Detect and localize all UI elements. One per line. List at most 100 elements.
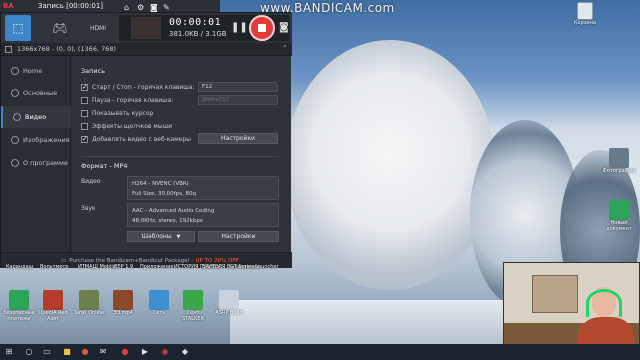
screen-mode-icon: ⬚ — [12, 21, 24, 35]
desktop-icon-label[interactable]: GT Series Launcher — [230, 264, 279, 270]
player-icon[interactable]: ▶ — [140, 347, 150, 357]
promo-text: Purchase the Bandicam+Bandicut Package! — [69, 257, 190, 264]
tank-icon — [79, 290, 99, 310]
desktop-icon-new-document[interactable]: Новый документ — [602, 200, 636, 232]
desktop-icon-secure-payments[interactable]: Безопасные платежи — [2, 290, 36, 322]
desktop-icon-photos[interactable]: Фотографии — [602, 148, 636, 174]
recycle-bin-icon — [577, 2, 593, 20]
mail-icon[interactable]: ✉ — [98, 347, 108, 357]
desktop-icon-openra[interactable]: OpenIA Red Alert — [36, 290, 70, 322]
stop-record-button[interactable] — [249, 15, 275, 41]
pause-hotkey-checkbox[interactable]: Пауза - горячая клавиша: — [81, 96, 173, 105]
sidebar-item-label: О программе — [23, 159, 68, 167]
region-checkbox[interactable] — [5, 46, 12, 53]
audio-codec: AAC - Advanced Audio Coding — [132, 208, 215, 214]
sidebar-item-general[interactable]: Основные — [1, 82, 71, 104]
recording-title: Запись [00:00:01] — [38, 2, 104, 10]
checkbox[interactable] — [81, 97, 88, 104]
desktop-icon-label: Корзина — [573, 20, 597, 26]
recording-toolbar: BA Запись [00:00:01] ⌂ ⚙ ◙ ✎ — [0, 0, 220, 12]
checkbox[interactable] — [81, 135, 88, 143]
audio-format-box[interactable]: AAC - Advanced Audio Coding 48,0KHz, ste… — [127, 203, 279, 227]
screenshot-button[interactable]: ◙ — [279, 22, 289, 33]
home-icon[interactable]: ⌂ — [124, 3, 129, 12]
checkbox[interactable] — [81, 110, 88, 117]
desktop-icon-label[interactable]: Карандаш — [6, 264, 33, 270]
settings-icon[interactable]: ⚙ — [137, 3, 144, 12]
click-effects-checkbox[interactable]: Эффекты щелчков мыши — [81, 122, 172, 131]
checkbox-label: Показывать курсор — [92, 110, 154, 117]
camera-icon[interactable]: ◙ — [150, 3, 158, 12]
image-icon — [11, 136, 19, 144]
video-format-box[interactable]: H264 - NVENC (VBR) Full Size, 30,00fps, … — [127, 176, 279, 200]
checkbox[interactable] — [81, 123, 88, 130]
sidebar-item-label: Основные — [23, 89, 58, 97]
sidebar-item-about[interactable]: О программе — [1, 152, 71, 174]
cart-icon: ▭ — [61, 257, 67, 264]
record-icon[interactable]: ◉ — [160, 347, 170, 357]
sidebar-item-images[interactable]: Изображения — [1, 129, 71, 151]
bandicam-icon[interactable]: ● — [120, 347, 130, 357]
format-section-title: Формат - MP4 — [81, 162, 128, 170]
templates-button[interactable]: Шаблоны ▼ — [127, 231, 195, 242]
snow-tree-large — [285, 40, 495, 290]
chrome-icon[interactable]: ● — [80, 347, 90, 357]
photo-icon — [609, 148, 629, 168]
screen-mode-button[interactable]: ⬚ — [5, 15, 31, 41]
pause-hotkey-field[interactable]: Shift+F12 — [198, 95, 278, 105]
desktop-icon-label[interactable]: Вольтметр — [40, 264, 68, 270]
desktop-icon-stalker[interactable]: Сент STALKER — [176, 290, 210, 322]
desktop-icon-tanki[interactable]: Tanki Online — [72, 290, 106, 316]
video-codec: H264 - NVENC (VBR) — [132, 181, 189, 187]
promo-discount: - UP TO 28% OFF — [191, 257, 239, 264]
desktop-icon-label: Сеть — [152, 310, 166, 316]
show-cursor-checkbox[interactable]: Показывать курсор — [81, 109, 153, 118]
desktop-icon-label[interactable]: ИТМАШ Mobile — [78, 264, 116, 270]
app-icon — [219, 290, 239, 310]
start-stop-hotkey-field[interactable]: F12 — [198, 82, 278, 92]
task-view-icon[interactable]: ▭ — [42, 347, 52, 357]
record-settings-button[interactable]: Настройки — [198, 133, 278, 144]
audio-format-label: Звук — [81, 205, 96, 212]
video-params: Full Size, 30,00fps, 80q — [132, 191, 196, 197]
recording-timer: 00:00:01 — [169, 17, 222, 28]
desktop-icon-label[interactable]: ВЕР 1.9 — [114, 264, 133, 270]
format-settings-button[interactable]: Настройки — [198, 231, 279, 242]
bandicam-window: ⬚ 🎮︎ HDMI 00:00:01 381.0KB / 3.1GB ❚❚ ◙ … — [0, 12, 292, 268]
taskbar: ⊞ ○ ▭ ■ ● ✉ ● ▶ ◉ ◆ — [0, 344, 640, 360]
sidebar-item-video[interactable]: Видео — [1, 106, 71, 128]
sidebar-item-home[interactable]: Home — [1, 60, 71, 82]
desktop-icon-label[interactable]: Приложение — [140, 264, 174, 270]
game-mode-button[interactable]: 🎮︎ — [47, 15, 73, 41]
search-icon[interactable]: ○ — [24, 347, 34, 357]
region-bar[interactable]: 1366x768 - (0, 0), (1366, 768) ⌃ — [1, 43, 292, 56]
desktop-icon-label: Tanki Online — [73, 310, 105, 316]
torrent-icon — [183, 290, 203, 310]
folder-icon[interactable]: ■ — [62, 347, 72, 357]
start-icon[interactable]: ⊞ — [4, 347, 14, 357]
desktop-icon-asrp[interactable]: ASRP Build — [212, 290, 246, 316]
desktop-icon-label: ЭЭ.mp4 — [113, 310, 133, 316]
desktop-icon-recycle-bin[interactable]: Корзина — [568, 2, 602, 26]
home-icon — [11, 67, 19, 75]
checkbox-label: Эффекты щелчков мыши — [92, 123, 173, 130]
pencil-icon[interactable]: ✎ — [163, 3, 170, 12]
shield-icon — [9, 290, 29, 310]
checkbox[interactable] — [81, 83, 88, 91]
desktop-icon-network[interactable]: Сеть — [142, 290, 176, 316]
start-stop-hotkey-checkbox[interactable]: Старт / Стоп - горячая клавиша: — [81, 83, 195, 92]
hdmi-mode-button[interactable]: HDMI — [85, 15, 111, 41]
section-divider — [81, 156, 279, 157]
desktop-icon-label: OpenIA Red Alert — [38, 310, 68, 322]
collapse-icon[interactable]: ⌃ — [282, 44, 287, 52]
pause-button[interactable]: ❚❚ — [231, 22, 248, 33]
video-settings-panel: Запись Старт / Стоп - горячая клавиша: F… — [72, 56, 291, 252]
app-icon[interactable]: ◆ — [180, 347, 190, 357]
checkbox-label: Добавлять видео с веб-камеры — [92, 136, 191, 143]
game-mode-icon: 🎮︎ — [52, 21, 68, 35]
desktop-icon-video[interactable]: ЭЭ.mp4 — [106, 290, 140, 316]
gear-icon — [11, 89, 19, 97]
webcam-overlay-checkbox[interactable]: Добавлять видео с веб-камеры — [81, 135, 191, 144]
settings-sidebar: Home Основные Видео Изображения О програ… — [1, 56, 71, 252]
video-file-icon — [113, 290, 133, 310]
